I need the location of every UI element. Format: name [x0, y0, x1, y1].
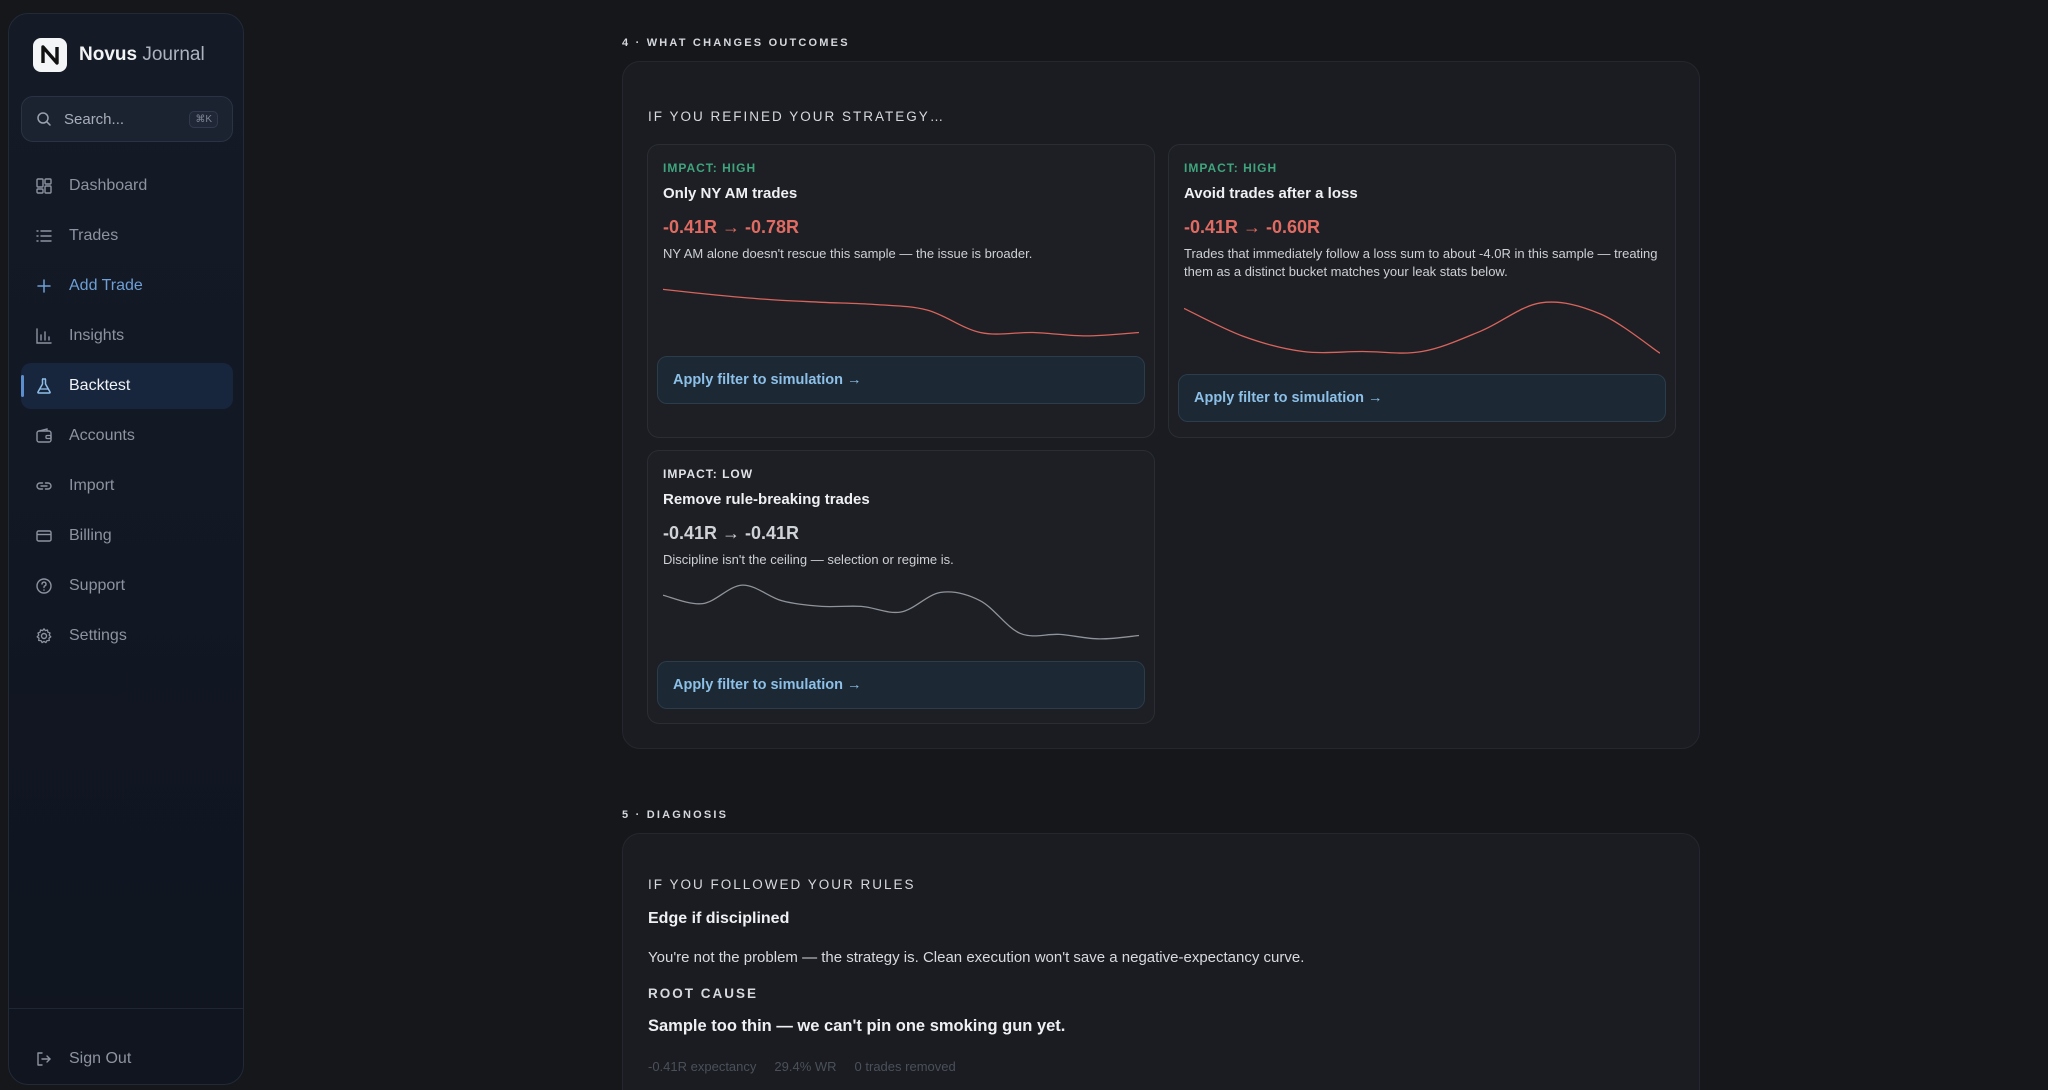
list-icon: [36, 230, 52, 242]
sparkline-0: [663, 288, 1139, 337]
scenario-card-rule-breaking: IMPACT: LOW Remove rule-breaking trades …: [647, 450, 1155, 724]
scenario-title: Remove rule-breaking trades: [663, 491, 870, 508]
stat-win-rate: 29.4% WR: [774, 1059, 837, 1074]
impact-badge: IMPACT: HIGH: [663, 161, 757, 175]
main-nav: Dashboard Trades Add Trade Insights Back…: [21, 163, 233, 663]
sign-out-label: Sign Out: [69, 1050, 132, 1067]
wallet-icon: [36, 428, 52, 443]
sidebar-divider: [9, 1008, 243, 1009]
sidebar-item-support[interactable]: Support: [21, 563, 233, 609]
section-label-outcomes: 4 · WHAT CHANGES OUTCOMES: [622, 37, 850, 49]
sign-out-button[interactable]: Sign Out: [21, 1036, 233, 1082]
flask-icon: [37, 378, 51, 394]
diagnosis-title: IF YOU FOLLOWED YOUR RULES: [648, 877, 916, 892]
plus-icon: [37, 279, 51, 293]
search-icon: [37, 112, 51, 126]
sidebar-item-label: Accounts: [69, 427, 135, 444]
scenario-description: NY AM alone doesn't rescue this sample —…: [663, 246, 1033, 261]
sidebar-item-label: Settings: [69, 627, 127, 644]
gear-icon: [36, 628, 52, 644]
scenario-title: Avoid trades after a loss: [1184, 185, 1358, 202]
diagnosis-stats: -0.41R expectancy 29.4% WR 0 trades remo…: [648, 1059, 956, 1074]
scenario-card-ny-am: IMPACT: HIGH Only NY AM trades -0.41R → …: [647, 144, 1155, 438]
sparkline-path: [1184, 301, 1660, 354]
scenario-card-after-loss: IMPACT: HIGH Avoid trades after a loss -…: [1168, 144, 1676, 438]
sidebar-item-label: Trades: [69, 227, 119, 244]
root-cause-label: ROOT CAUSE: [648, 986, 759, 1001]
sidebar-item-dashboard[interactable]: Dashboard: [21, 163, 233, 209]
sparkline-path: [663, 584, 1139, 640]
sidebar: Novus Journal Search... ⌘K Dashboard Tra…: [8, 13, 244, 1085]
sidebar-item-insights[interactable]: Insights: [21, 313, 233, 359]
outcomes-panel: IF YOU REFINED YOUR STRATEGY… IMPACT: HI…: [622, 61, 1700, 749]
stat-expectancy: -0.41R expectancy: [648, 1059, 757, 1074]
sidebar-item-backtest[interactable]: Backtest: [21, 363, 233, 409]
scenario-description: Discipline isn't the ceiling — selection…: [663, 552, 954, 567]
credit-card-icon: [36, 530, 52, 542]
sparkline-path: [663, 288, 1139, 337]
sparkline-2: [663, 584, 1139, 640]
sparkline-1: [1184, 301, 1660, 354]
sidebar-item-accounts[interactable]: Accounts: [21, 413, 233, 459]
search-box[interactable]: Search... ⌘K: [21, 96, 233, 142]
sidebar-item-billing[interactable]: Billing: [21, 513, 233, 559]
link-icon: [36, 482, 52, 490]
search-input[interactable]: Search...: [64, 111, 177, 128]
apply-filter-button[interactable]: Apply filter to simulation →: [657, 661, 1145, 709]
sidebar-item-settings[interactable]: Settings: [21, 613, 233, 659]
scenario-description: Trades that immediately follow a loss su…: [1184, 246, 1658, 279]
sidebar-item-label: Backtest: [69, 377, 131, 394]
sidebar-item-label: Support: [69, 577, 126, 594]
sign-out-icon: [37, 1052, 51, 1066]
sidebar-item-label: Insights: [69, 327, 125, 344]
app-name: Novus Journal: [79, 44, 205, 65]
bar-chart-icon: [36, 328, 52, 344]
search-shortcut: ⌘K: [189, 110, 218, 128]
brand[interactable]: Novus Journal: [33, 38, 205, 72]
diagnosis-heading: Edge if disciplined: [648, 910, 790, 927]
root-cause-text: Sample too thin — we can't pin one smoki…: [648, 1017, 1066, 1035]
sidebar-item-label: Add Trade: [69, 277, 143, 294]
diagnosis-panel: IF YOU FOLLOWED YOUR RULES Edge if disci…: [622, 833, 1700, 1090]
brand-logo: [33, 38, 67, 72]
dashboard-icon: [36, 178, 52, 194]
expectancy-change: -0.41R → -0.60R: [1184, 217, 1321, 237]
sidebar-item-import[interactable]: Import: [21, 463, 233, 509]
expectancy-change: -0.41R → -0.78R: [663, 217, 800, 237]
impact-badge: IMPACT: HIGH: [1184, 161, 1278, 175]
expectancy-change: -0.41R → -0.41R: [663, 523, 800, 543]
diagnosis-text: You're not the problem — the strategy is…: [648, 949, 1305, 966]
sidebar-item-label: Dashboard: [69, 177, 148, 194]
scenario-title: Only NY AM trades: [663, 185, 798, 202]
impact-badge: IMPACT: LOW: [663, 467, 754, 481]
apply-filter-button[interactable]: Apply filter to simulation →: [1178, 374, 1666, 422]
apply-filter-button[interactable]: Apply filter to simulation →: [657, 356, 1145, 404]
novus-logo-icon: [41, 45, 59, 65]
sidebar-item-add-trade[interactable]: Add Trade: [21, 263, 233, 309]
stat-trades-removed: 0 trades removed: [854, 1059, 956, 1074]
help-circle-icon: [36, 578, 52, 594]
sidebar-item-trades[interactable]: Trades: [21, 213, 233, 259]
sidebar-item-label: Import: [69, 477, 115, 494]
outcomes-title: IF YOU REFINED YOUR STRATEGY…: [648, 109, 946, 124]
sidebar-item-label: Billing: [69, 527, 112, 544]
section-label-diagnosis: 5 · DIAGNOSIS: [622, 809, 729, 821]
